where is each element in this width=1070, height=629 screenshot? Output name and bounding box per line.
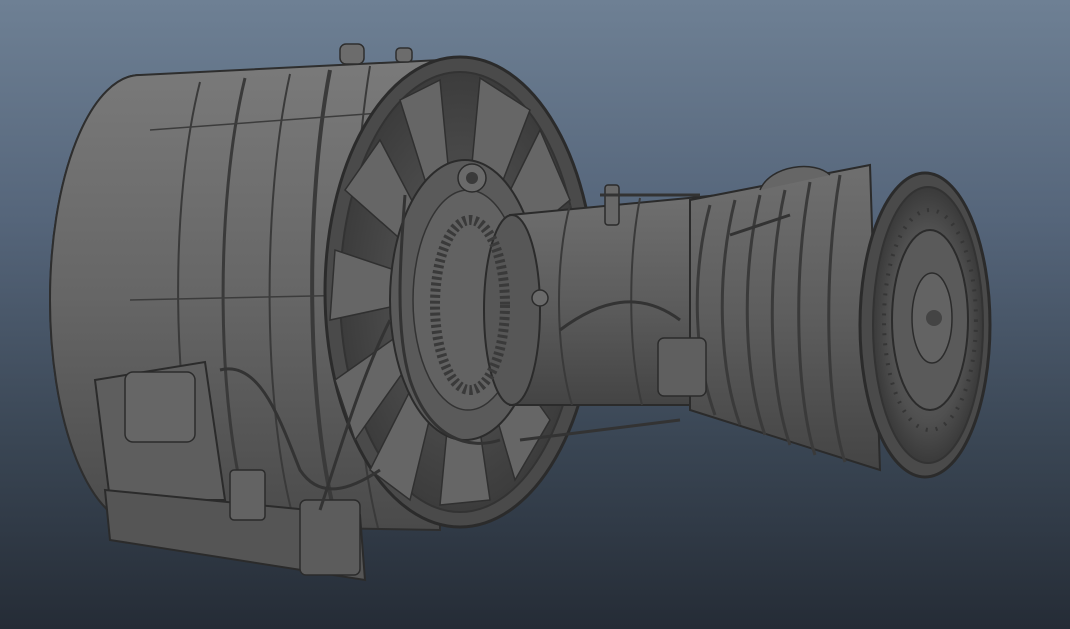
3d-viewport[interactable] — [0, 0, 1070, 629]
turbine-section[interactable] — [657, 163, 882, 472]
turbofan-engine-render[interactable] — [0, 0, 1070, 629]
exhaust-nozzle[interactable] — [858, 171, 992, 479]
